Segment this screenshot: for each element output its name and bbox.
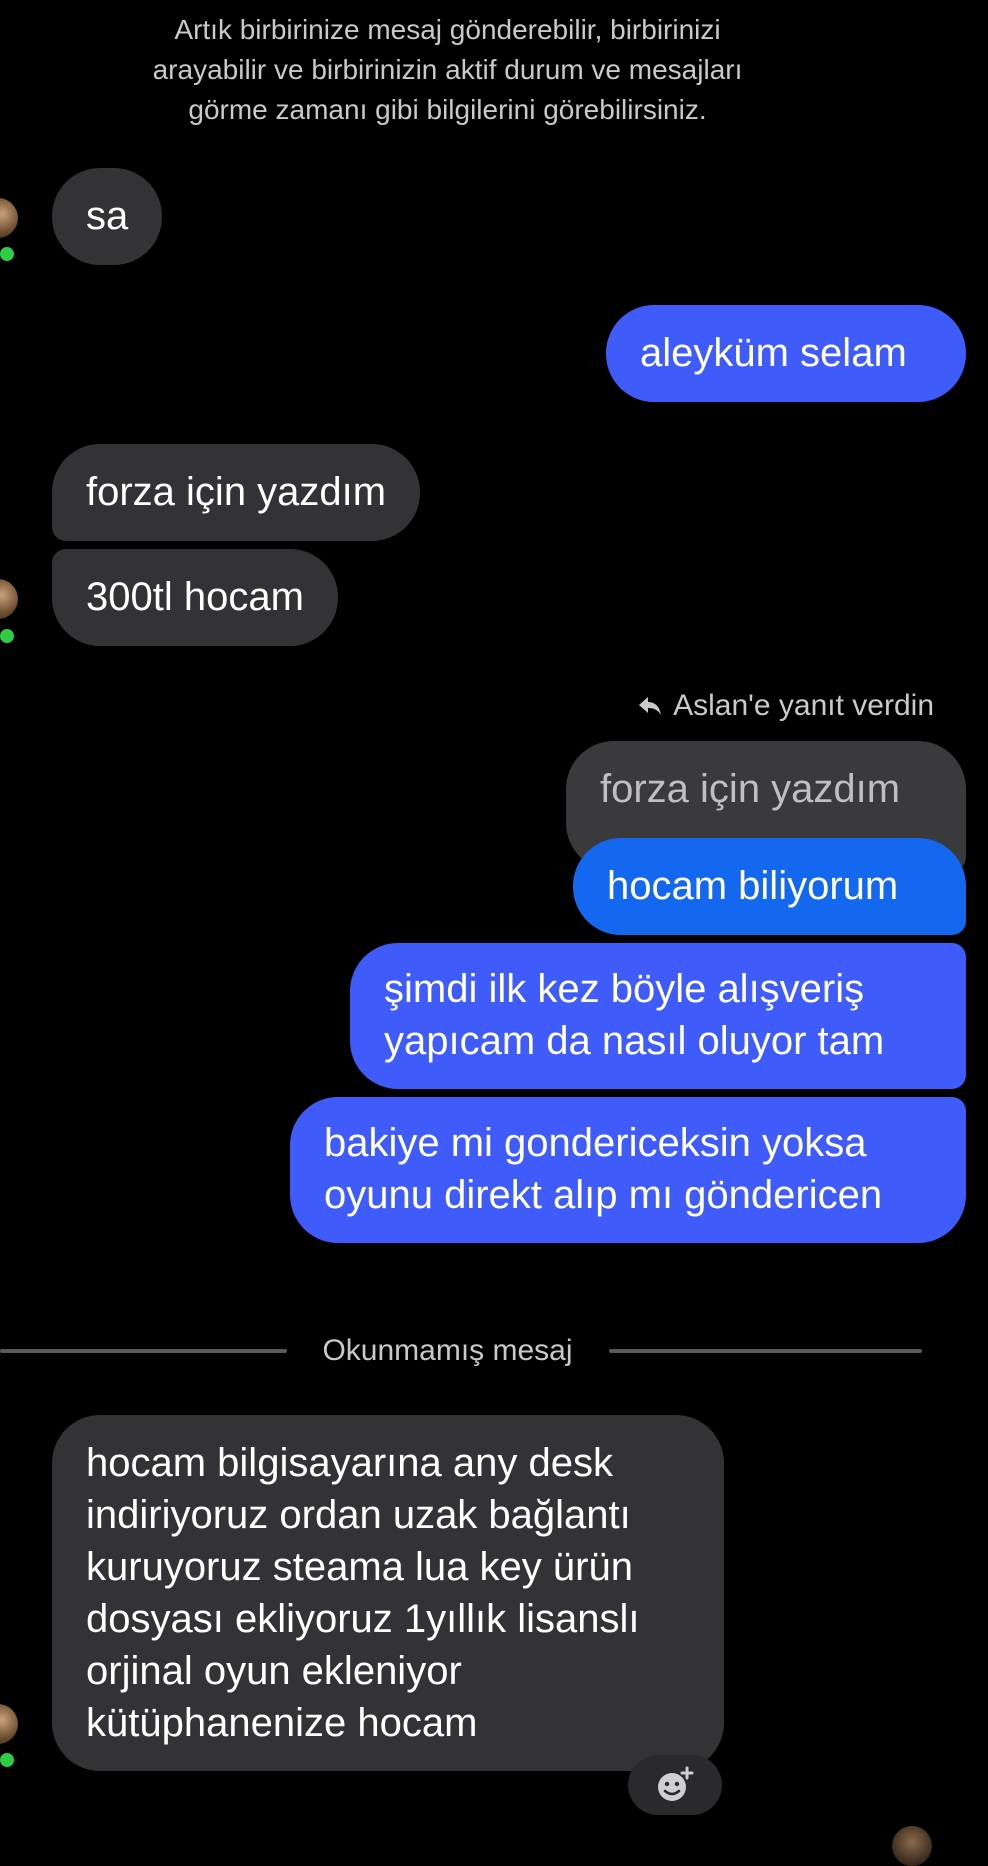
message-text: sa bbox=[86, 194, 129, 238]
quoted-text: forza için yazdım bbox=[600, 767, 901, 811]
online-status-dot bbox=[0, 244, 17, 264]
message-line: dosyası ekliyoruz 1yıllık lisanslı bbox=[86, 1597, 640, 1641]
outgoing-message[interactable]: bakiye mi gondericeksin yoksa oyunu dire… bbox=[290, 1097, 966, 1243]
reply-context-label: Aslan'e yanıt verdin bbox=[637, 686, 934, 726]
reply-arrow-icon bbox=[639, 697, 662, 715]
reply-label-text: Aslan'e yanıt verdin bbox=[673, 689, 934, 722]
outgoing-message[interactable]: hocam biliyorum bbox=[573, 838, 966, 935]
online-status-dot bbox=[0, 1750, 17, 1770]
incoming-message[interactable]: forza için yazdım bbox=[52, 444, 421, 541]
encryption-notice: Artık birbirinize mesaj gönderebilir, bi… bbox=[0, 10, 895, 130]
seen-by-avatar bbox=[892, 1826, 932, 1866]
notice-line: görme zamanı gibi bilgilerini görebilirs… bbox=[188, 94, 707, 125]
message-line: indiriyoruz ordan uzak bağlantı bbox=[86, 1493, 631, 1537]
incoming-message[interactable]: sa bbox=[52, 168, 163, 265]
message-text: forza için yazdım bbox=[86, 470, 387, 514]
message-line: kuruyoruz steama lua key ürün bbox=[86, 1545, 633, 1589]
message-line: yapıcam da nasıl oluyor tam bbox=[384, 1019, 885, 1063]
online-status-dot bbox=[0, 626, 17, 646]
incoming-message[interactable]: 300tl hocam bbox=[52, 549, 338, 646]
message-text: 300tl hocam bbox=[86, 575, 304, 619]
contact-avatar[interactable] bbox=[0, 198, 18, 238]
add-reaction-icon bbox=[658, 1766, 694, 1801]
add-reaction-button[interactable] bbox=[628, 1755, 722, 1815]
message-text: aleyküm selam bbox=[640, 331, 907, 375]
contact-avatar[interactable] bbox=[0, 1704, 18, 1744]
divider-line-right bbox=[609, 1349, 922, 1353]
message-line: hocam bilgisayarına any desk bbox=[86, 1441, 613, 1485]
message-line: orjinal oyun ekleniyor bbox=[86, 1649, 462, 1693]
outgoing-message[interactable]: şimdi ilk kez böyle alışveriş yapıcam da… bbox=[350, 943, 966, 1089]
notice-line: arayabilir ve birbirinizin aktif durum v… bbox=[152, 54, 743, 85]
message-line: oyunu direkt alıp mı göndericen bbox=[324, 1173, 883, 1217]
contact-avatar[interactable] bbox=[0, 579, 18, 619]
message-line: bakiye mi gondericeksin yoksa bbox=[324, 1121, 867, 1165]
incoming-message[interactable]: hocam bilgisayarına any desk indiriyoruz… bbox=[52, 1415, 724, 1771]
message-line: kütüphanenize hocam bbox=[86, 1701, 478, 1745]
notice-line: Artık birbirinize mesaj gönderebilir, bi… bbox=[174, 14, 721, 45]
outgoing-message[interactable]: aleyküm selam bbox=[606, 305, 966, 402]
message-text: hocam biliyorum bbox=[607, 864, 899, 908]
message-line: şimdi ilk kez böyle alışveriş bbox=[384, 967, 865, 1011]
